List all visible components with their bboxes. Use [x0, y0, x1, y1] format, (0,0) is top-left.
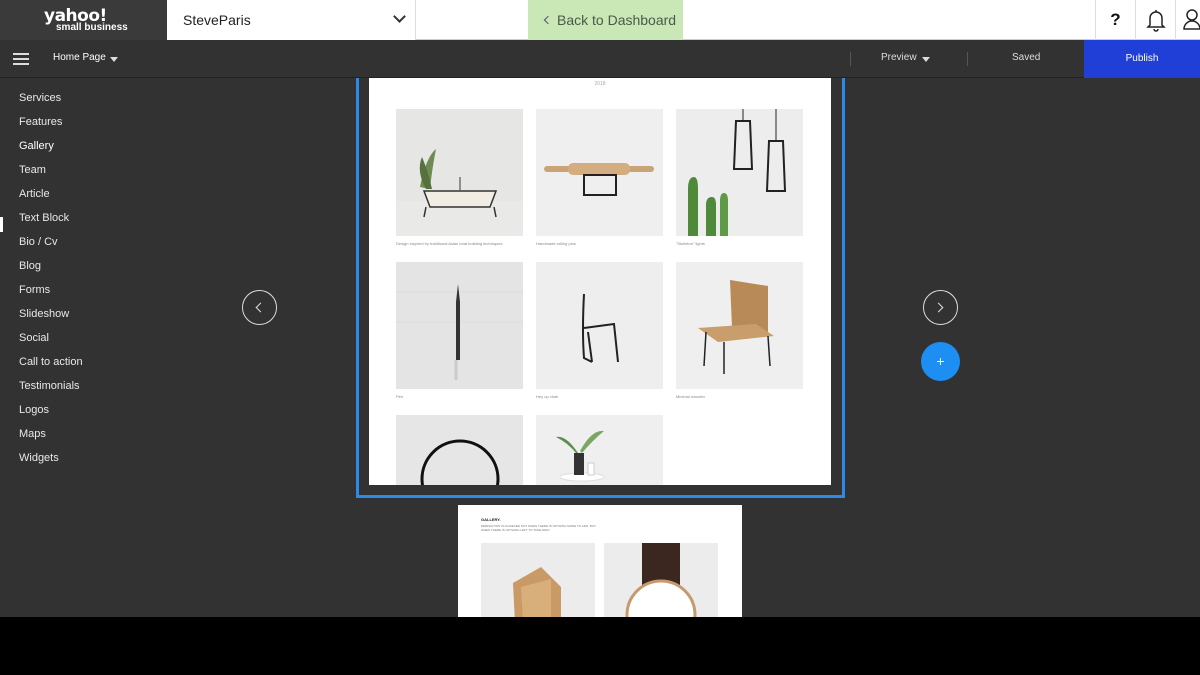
sidebar-item-article[interactable]: Article [19, 188, 50, 200]
previous-section-button[interactable] [242, 290, 277, 325]
chevron-right-icon [933, 302, 944, 313]
notifications-button[interactable] [1135, 0, 1175, 40]
editor-app: yahoo! small business SteveParis Back to… [0, 0, 1200, 617]
bell-icon [1146, 10, 1166, 32]
gallery-image-plant-table[interactable] [536, 415, 663, 485]
logo-sub-text: small business [56, 22, 128, 33]
sidebar-item-bio-cv[interactable]: Bio / Cv [19, 236, 58, 248]
sidebar-item-social[interactable]: Social [19, 332, 49, 344]
site-selector[interactable]: SteveParis [167, 0, 416, 40]
plus-icon: + [936, 353, 945, 369]
chevron-left-icon [255, 302, 266, 313]
sidebar-item-blog[interactable]: Blog [19, 260, 41, 272]
caption-6: Minimal wooden [676, 394, 705, 399]
chevron-down-icon [393, 10, 406, 23]
publish-label: Publish [1125, 53, 1159, 64]
caption-4: Pen [396, 394, 404, 399]
active-indicator [0, 217, 3, 232]
next-section-title: GALLERY. [481, 517, 501, 522]
editor-toolbar: Home Page Preview Saved [0, 40, 1200, 78]
preview-caret-icon [922, 57, 930, 62]
gallery-image-lights[interactable] [676, 109, 803, 236]
help-button[interactable]: ? [1095, 0, 1135, 40]
preview-button[interactable]: Preview [881, 52, 917, 63]
gallery-image-watch[interactable] [604, 543, 718, 617]
top-bar: yahoo! small business SteveParis Back to… [0, 0, 1200, 40]
letterbox-bar [0, 617, 1200, 675]
caption-1: Design inspired by traditional Asian boa… [396, 241, 503, 246]
menu-icon[interactable] [13, 53, 29, 65]
next-section-preview[interactable]: GALLERY. PERFECTION IS ACHIEVED NOT WHEN… [458, 505, 742, 617]
preview-label: Preview [881, 52, 917, 63]
sidebar-item-forms[interactable]: Forms [19, 284, 50, 296]
account-button[interactable] [1175, 0, 1200, 40]
section-header-text: 2018 [594, 81, 606, 87]
gallery-image-rolling-pin[interactable] [536, 109, 663, 236]
gallery-image-pen[interactable] [396, 262, 523, 389]
gallery-image-bathtub[interactable] [396, 109, 523, 236]
caption-2: Handmade rolling pins [536, 241, 576, 246]
sidebar-item-testimonials[interactable]: Testimonials [19, 380, 80, 392]
caption-5: Hey up chair [536, 394, 559, 399]
next-section-subtitle: PERFECTION IS ACHIEVED NOT WHEN THERE IS… [481, 524, 596, 532]
page-selector[interactable]: Home Page [53, 52, 106, 63]
gallery-section-preview[interactable]: 2018 Design inspired by traditional Asia… [369, 78, 831, 485]
gallery-image-wood-chair-2[interactable] [481, 543, 595, 617]
caption-3: "Skeleton" lights [676, 241, 705, 246]
back-label: Back to Dashboard [557, 12, 677, 28]
sidebar-item-gallery[interactable]: Gallery [19, 140, 54, 152]
saved-label: Saved [1012, 52, 1041, 63]
sidebar-item-team[interactable]: Team [19, 164, 46, 176]
toolbar-divider [967, 52, 968, 66]
gallery-image-mirror[interactable] [396, 415, 523, 485]
section-sidebar: Services Features Gallery Team Article T… [0, 78, 160, 617]
toolbar-divider [850, 52, 851, 66]
caret-down-icon [110, 57, 118, 62]
sidebar-item-maps[interactable]: Maps [19, 428, 46, 440]
add-section-button[interactable]: + [921, 342, 960, 381]
sidebar-item-text-block[interactable]: Text Block [19, 212, 69, 224]
page-select-label: Home Page [53, 52, 106, 63]
sidebar-item-logos[interactable]: Logos [19, 404, 49, 416]
sidebar-item-call-to-action[interactable]: Call to action [19, 356, 83, 368]
back-to-dashboard-button[interactable]: Back to Dashboard [528, 0, 683, 40]
site-name: SteveParis [183, 12, 251, 28]
sidebar-item-features[interactable]: Features [19, 116, 62, 128]
gallery-image-chair[interactable] [536, 262, 663, 389]
help-icon: ? [1110, 10, 1121, 29]
sidebar-item-slideshow[interactable]: Slideshow [19, 308, 69, 320]
gallery-image-wooden-chair[interactable] [676, 262, 803, 389]
publish-button[interactable]: Publish [1084, 40, 1200, 78]
yahoo-logo[interactable]: yahoo! small business [0, 0, 167, 40]
saved-status: Saved [1012, 52, 1040, 63]
user-icon [1183, 9, 1200, 30]
chevron-left-icon [543, 15, 553, 25]
sidebar-item-services[interactable]: Services [19, 92, 61, 104]
sidebar-item-widgets[interactable]: Widgets [19, 452, 59, 464]
next-section-button[interactable] [923, 290, 958, 325]
